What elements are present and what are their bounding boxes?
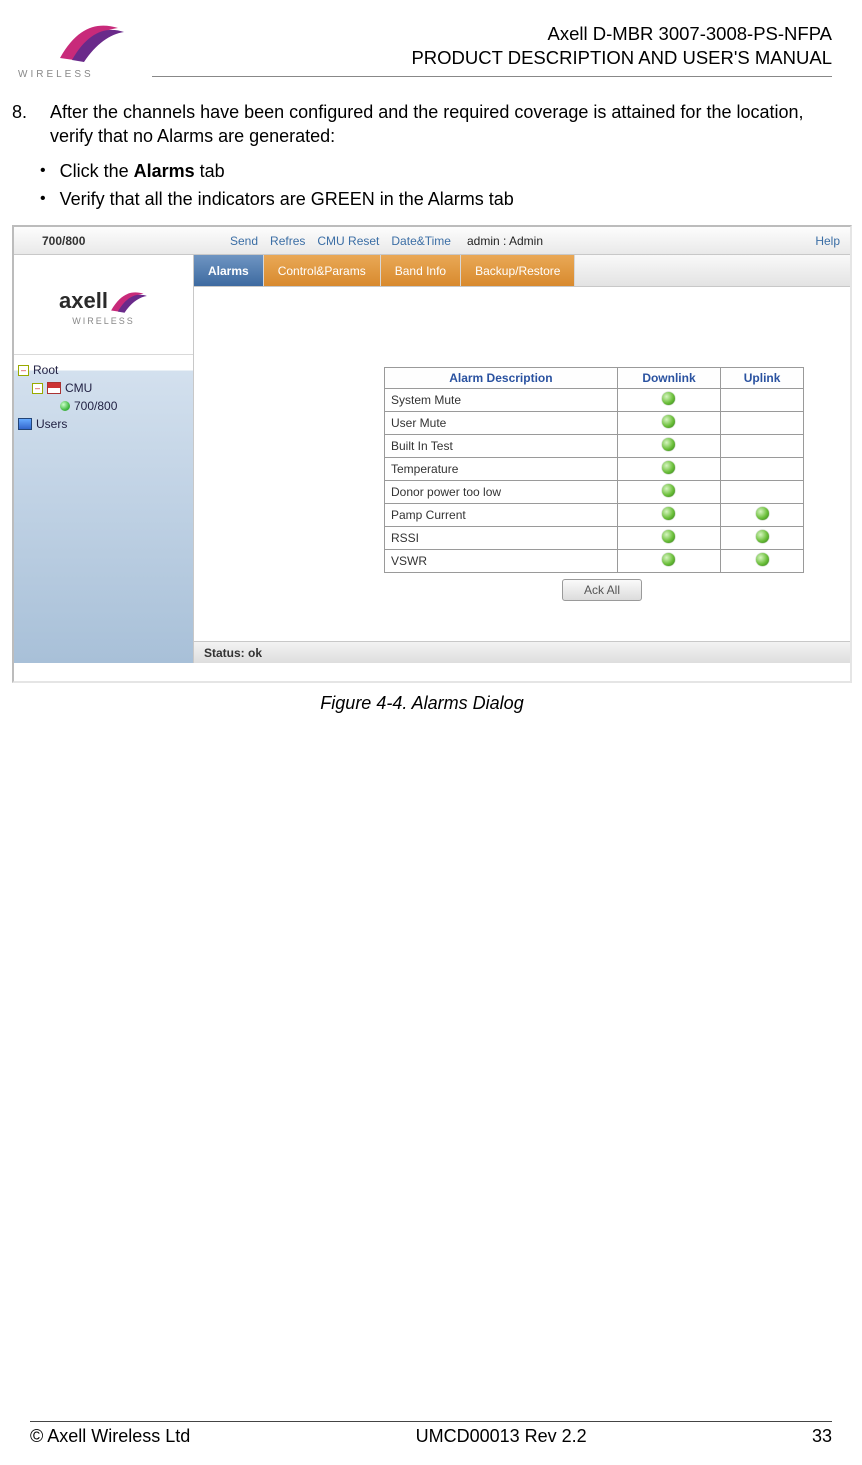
datetime-link[interactable]: Date&Time xyxy=(391,234,451,248)
uplink-cell xyxy=(721,412,804,435)
users-icon xyxy=(18,418,32,430)
footer-copyright: © Axell Wireless Ltd xyxy=(30,1426,190,1447)
downlink-cell xyxy=(617,481,720,504)
page-header: WIRELESS Axell D-MBR 3007-3008-PS-NFPA P… xyxy=(12,16,832,86)
admin-label: admin : Admin xyxy=(467,234,543,248)
led-green-icon xyxy=(756,530,769,543)
send-link[interactable]: Send xyxy=(230,234,258,248)
brand-logo: WIRELESS xyxy=(12,16,136,80)
downlink-cell xyxy=(617,412,720,435)
ack-all-button[interactable]: Ack All xyxy=(562,579,642,601)
led-green-icon xyxy=(662,484,675,497)
collapse-icon[interactable]: – xyxy=(32,383,43,394)
flag-icon xyxy=(47,382,61,394)
tab-content: Alarm Description Downlink Uplink System… xyxy=(194,287,850,641)
swish-icon xyxy=(110,284,148,318)
uplink-cell xyxy=(721,527,804,550)
led-green-icon xyxy=(662,507,675,520)
footer-page: 33 xyxy=(812,1426,832,1447)
led-green-icon xyxy=(662,530,675,543)
table-row: Pamp Current xyxy=(385,504,804,527)
cmu-reset-link[interactable]: CMU Reset xyxy=(317,234,379,248)
status-bar: Status: ok xyxy=(194,641,850,663)
tree-cmu[interactable]: – CMU xyxy=(18,379,189,397)
uplink-cell xyxy=(721,550,804,573)
downlink-cell xyxy=(617,458,720,481)
table-row: User Mute xyxy=(385,412,804,435)
table-row: VSWR xyxy=(385,550,804,573)
step-number: 8. xyxy=(12,100,38,149)
footer-docid: UMCD00013 Rev 2.2 xyxy=(416,1426,587,1447)
led-green-icon xyxy=(662,461,675,474)
col-description: Alarm Description xyxy=(385,368,618,389)
tree-band[interactable]: 700/800 xyxy=(18,397,189,415)
alarm-name: User Mute xyxy=(385,412,618,435)
doc-model: Axell D-MBR 3007-3008-PS-NFPA xyxy=(152,22,832,46)
sidebar-logo: axell WIRELESS xyxy=(14,255,193,355)
downlink-cell xyxy=(617,550,720,573)
table-row: Built In Test xyxy=(385,435,804,458)
app-title: 700/800 xyxy=(18,234,224,248)
alarm-name: VSWR xyxy=(385,550,618,573)
tree-users[interactable]: Users xyxy=(18,415,189,433)
downlink-cell xyxy=(617,389,720,412)
uplink-cell xyxy=(721,504,804,527)
bullet-1: Click the Alarms tab xyxy=(60,159,225,183)
nav-tree: – Root – CMU 700/800 Users xyxy=(14,355,193,439)
tab-alarms[interactable]: Alarms xyxy=(194,255,264,286)
bullet-icon: • xyxy=(40,159,46,183)
brand-word: WIRELESS xyxy=(12,69,136,80)
help-link[interactable]: Help xyxy=(815,234,840,248)
status-dot-icon xyxy=(60,401,70,411)
tab-bar: Alarms Control&Params Band Info Backup/R… xyxy=(194,255,850,287)
table-row: Donor power too low xyxy=(385,481,804,504)
doc-title-block: Axell D-MBR 3007-3008-PS-NFPA PRODUCT DE… xyxy=(152,22,832,77)
sidebar: axell WIRELESS – Root – xyxy=(14,255,194,663)
uplink-cell xyxy=(721,458,804,481)
figure-caption: Figure 4-4. Alarms Dialog xyxy=(12,693,832,714)
alarm-name: Pamp Current xyxy=(385,504,618,527)
led-green-icon xyxy=(662,415,675,428)
alarm-name: Temperature xyxy=(385,458,618,481)
page-footer: © Axell Wireless Ltd UMCD00013 Rev 2.2 3… xyxy=(30,1421,832,1447)
tree-root[interactable]: – Root xyxy=(18,361,189,379)
alarm-table: Alarm Description Downlink Uplink System… xyxy=(384,367,804,573)
led-green-icon xyxy=(662,553,675,566)
alarm-name: Built In Test xyxy=(385,435,618,458)
swish-icon xyxy=(58,16,126,66)
refresh-link[interactable]: Refres xyxy=(270,234,305,248)
tab-control-params[interactable]: Control&Params xyxy=(264,255,381,286)
led-green-icon xyxy=(756,553,769,566)
tab-band-info[interactable]: Band Info xyxy=(381,255,461,286)
step-text: After the channels have been configured … xyxy=(50,100,822,149)
instruction-body: 8. After the channels have been configur… xyxy=(12,100,822,211)
bullet-2: Verify that all the indicators are GREEN… xyxy=(60,187,514,211)
col-uplink: Uplink xyxy=(721,368,804,389)
alarm-name: Donor power too low xyxy=(385,481,618,504)
app-toolbar: 700/800 Send Refres CMU Reset Date&Time … xyxy=(14,227,850,255)
downlink-cell xyxy=(617,504,720,527)
table-row: RSSI xyxy=(385,527,804,550)
table-row: System Mute xyxy=(385,389,804,412)
alarm-name: System Mute xyxy=(385,389,618,412)
led-green-icon xyxy=(662,438,675,451)
tab-backup-restore[interactable]: Backup/Restore xyxy=(461,255,575,286)
doc-subtitle: PRODUCT DESCRIPTION AND USER'S MANUAL xyxy=(152,46,832,70)
status-text: Status: ok xyxy=(204,646,262,660)
uplink-cell xyxy=(721,481,804,504)
table-row: Temperature xyxy=(385,458,804,481)
downlink-cell xyxy=(617,435,720,458)
app-screenshot: 700/800 Send Refres CMU Reset Date&Time … xyxy=(12,225,852,683)
uplink-cell xyxy=(721,389,804,412)
led-green-icon xyxy=(756,507,769,520)
downlink-cell xyxy=(617,527,720,550)
uplink-cell xyxy=(721,435,804,458)
col-downlink: Downlink xyxy=(617,368,720,389)
led-green-icon xyxy=(662,392,675,405)
alarm-name: RSSI xyxy=(385,527,618,550)
collapse-icon[interactable]: – xyxy=(18,365,29,376)
bullet-icon: • xyxy=(40,187,46,211)
